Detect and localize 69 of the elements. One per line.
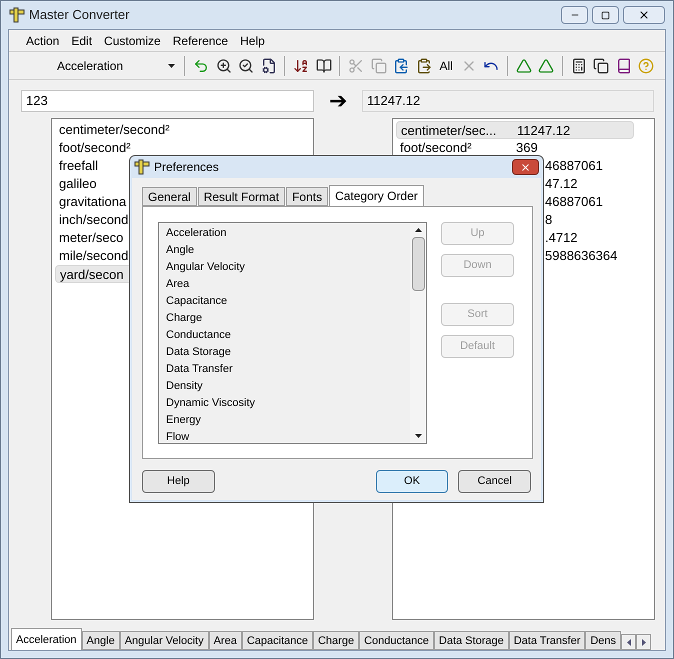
category-item[interactable]: Acceleration [166, 225, 410, 242]
category-item[interactable]: Flow [166, 429, 410, 443]
category-tab[interactable]: Capacitance [242, 631, 313, 650]
input-field[interactable]: 123 [21, 90, 314, 112]
dialog-button[interactable]: Cancel [458, 470, 532, 492]
scrollbar-thumb[interactable] [412, 237, 424, 291]
maximize-button[interactable] [592, 6, 619, 24]
category-item[interactable]: Conductance [166, 327, 410, 344]
close-button[interactable] [623, 6, 665, 24]
menu-item[interactable]: Customize [99, 32, 166, 50]
category-item[interactable]: Data Transfer [166, 361, 410, 378]
category-item[interactable]: Data Storage [166, 344, 410, 361]
scrollbar[interactable] [410, 223, 426, 443]
menu-item[interactable]: Help [235, 32, 270, 50]
category-item[interactable]: Dynamic Viscosity [166, 395, 410, 412]
arrow-icon: ➔ [314, 90, 362, 112]
dialog-button[interactable]: OK [376, 470, 448, 492]
close-button[interactable] [512, 159, 539, 175]
result-value: 46887061 [545, 193, 603, 211]
category-tab[interactable]: Conductance [359, 631, 434, 650]
category-tab[interactable]: Angle [82, 631, 120, 650]
window-title: Master Converter [29, 6, 130, 24]
scroll-left-button[interactable] [621, 634, 636, 650]
menu-item[interactable]: Edit [66, 32, 98, 50]
category-tab[interactable]: Data Storage [434, 631, 509, 650]
dialog-tab[interactable]: Fonts [286, 187, 328, 206]
dialog-title: Preferences [154, 159, 219, 176]
menu-item[interactable]: Action [21, 32, 64, 50]
list-item[interactable]: foot/second² [55, 139, 310, 157]
scroll-down-icon [414, 434, 422, 438]
category-tab[interactable]: Area [208, 631, 242, 650]
left-triangle-icon [626, 638, 631, 646]
category-item[interactable]: Charge [166, 310, 410, 327]
scroll-right-button[interactable] [636, 634, 652, 650]
category-item[interactable]: Density [166, 378, 410, 395]
result-value: .4712 [545, 229, 578, 247]
category-dropdown[interactable]: Acceleration [17, 54, 180, 76]
result-value: 47.12 [545, 175, 578, 193]
category-tab[interactable]: Charge [312, 631, 360, 650]
ruler-logo-icon [9, 7, 25, 23]
select-all-button[interactable]: All [435, 56, 457, 74]
category-tab[interactable]: Acceleration [11, 628, 82, 650]
category-item[interactable]: Energy [166, 412, 410, 429]
result-row[interactable]: foot/second² 369 [396, 139, 651, 157]
caret-icon [168, 64, 176, 68]
dialog-tab[interactable]: Category Order [329, 185, 424, 206]
close-icon [520, 162, 531, 172]
close-icon [638, 9, 650, 21]
scroll-up-icon [414, 228, 422, 232]
category-tab[interactable]: Angular Velocity [120, 631, 209, 650]
category-tab[interactable]: Dens [585, 631, 622, 650]
result-value: 46887061 [545, 157, 603, 175]
menu-item[interactable]: Reference [168, 32, 234, 50]
dialog-button[interactable]: Help [142, 470, 215, 492]
category-item[interactable]: Angular Velocity [166, 259, 410, 276]
dialog-tab[interactable]: General [142, 187, 197, 206]
result-value: 5988636364 [545, 247, 618, 265]
maximize-icon [601, 10, 610, 20]
result-row[interactable]: centimeter/sec... 11247.12 [396, 121, 634, 139]
ruler-logo-icon [134, 159, 150, 175]
category-item[interactable]: Angle [166, 242, 410, 259]
dialog-tab[interactable]: Result Format [198, 187, 286, 206]
result-value: 8 [545, 211, 552, 229]
category-tab[interactable]: Data Transfer [508, 631, 586, 650]
right-triangle-icon [642, 638, 646, 646]
list-item[interactable]: centimeter/second² [55, 121, 310, 139]
category-item[interactable]: Capacitance [166, 293, 410, 310]
category-item[interactable]: Area [166, 276, 410, 293]
result-field: 11247.12 [362, 90, 654, 112]
